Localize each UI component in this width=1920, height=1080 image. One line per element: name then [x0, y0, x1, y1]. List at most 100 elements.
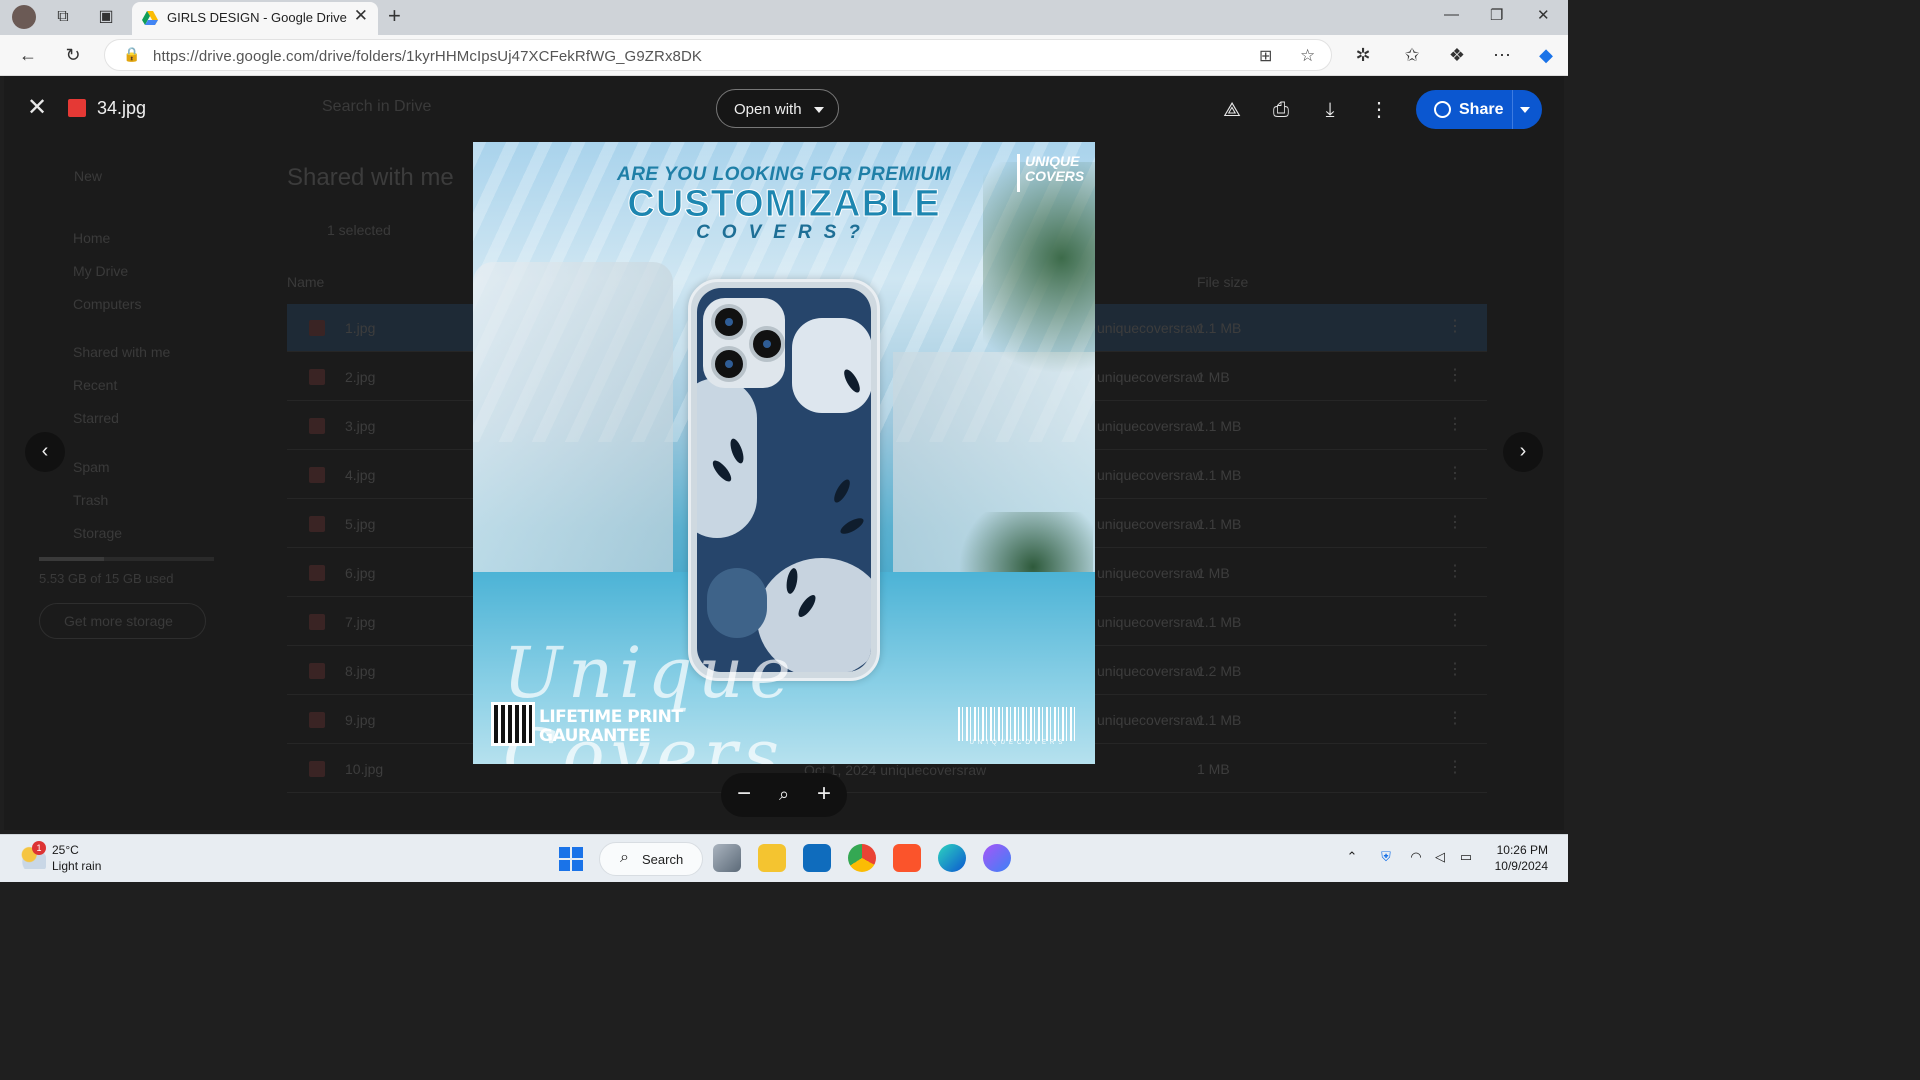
collections-icon[interactable]: ❖	[1445, 43, 1469, 67]
outlook-icon[interactable]	[803, 844, 831, 872]
storage-bar-fill	[39, 557, 104, 561]
extensions-icon[interactable]: ✲	[1351, 43, 1375, 67]
file-size: 1.1 MB	[1197, 418, 1242, 434]
image-file-icon	[309, 565, 325, 581]
guarantee-line-1: LIFETIME PRINT	[539, 707, 683, 727]
zoom-in-button[interactable]: +	[811, 782, 837, 808]
minimize-button[interactable]: —	[1444, 6, 1459, 23]
file-size: 1.1 MB	[1197, 712, 1242, 728]
selected-count: 1 selected	[327, 222, 391, 238]
share-button[interactable]: Share	[1416, 90, 1542, 129]
app-available-icon[interactable]: ⊞	[1259, 46, 1272, 66]
file-name: 10.jpg	[345, 761, 384, 777]
share-dropdown-icon[interactable]	[1520, 107, 1530, 113]
nav-storage: Storage	[73, 525, 123, 541]
show-hidden-icons[interactable]: ⌃	[1343, 849, 1361, 867]
download-icon[interactable]: ⤓	[1317, 97, 1343, 123]
windows-taskbar: 1 25°C Light rain ⌕ Search ⌃ ⛨ ◠ ◁ ▭ 10:…	[0, 834, 1568, 882]
reload-icon[interactable]: ↻	[61, 43, 85, 67]
camera-lens	[711, 304, 747, 340]
file-owner: uniquecoversraw	[1097, 320, 1203, 336]
favorite-star-icon[interactable]: ☆	[1300, 46, 1315, 66]
case-shape	[697, 378, 757, 538]
col-name: Name	[287, 274, 325, 290]
profile-avatar[interactable]	[12, 5, 36, 29]
image-file-icon	[309, 614, 325, 630]
battery-icon[interactable]: ▭	[1457, 849, 1475, 867]
address-url[interactable]: https://drive.google.com/drive/folders/1…	[153, 48, 702, 65]
open-with-button[interactable]: Open with	[716, 89, 839, 128]
file-owner: uniquecoversraw	[1097, 467, 1203, 483]
image-preview: ARE YOU LOOKING FOR PREMIUM CUSTOMIZABLE…	[473, 142, 1095, 764]
clock-time[interactable]: 10:26 PM	[1482, 843, 1548, 857]
google-drive-icon	[142, 11, 158, 25]
wifi-icon[interactable]: ◠	[1407, 849, 1425, 867]
add-shortcut-icon[interactable]: ⟁	[1219, 97, 1245, 123]
file-size: 1.1 MB	[1197, 320, 1242, 336]
image-file-icon	[309, 418, 325, 434]
nav-starred: Starred	[73, 410, 119, 426]
print-icon[interactable]: ⎙	[1268, 97, 1294, 123]
case-shape	[792, 318, 871, 413]
file-owner: uniquecoversraw	[1097, 369, 1203, 385]
ruins-left	[473, 262, 673, 592]
share-label: Share	[1459, 101, 1504, 118]
zoom-controls: − ⌕ +	[721, 773, 847, 817]
file-owner: uniquecoversraw	[1097, 712, 1203, 728]
messenger-icon[interactable]	[983, 844, 1011, 872]
row-more-icon: ⋮	[1447, 318, 1463, 335]
close-viewer-icon[interactable]: ✕	[24, 96, 50, 122]
viewer-filename: 34.jpg	[97, 98, 147, 118]
row-more-icon: ⋮	[1447, 710, 1463, 727]
camera-lens	[749, 326, 785, 362]
back-icon[interactable]: ←	[16, 43, 40, 67]
share-divider	[1512, 90, 1513, 129]
edge-icon[interactable]	[938, 844, 966, 872]
browser-toolbar: ← ↻ 🔒 https://drive.google.com/drive/fol…	[0, 35, 1568, 76]
previous-file-button[interactable]: ‹	[25, 432, 65, 472]
browser-tabstrip: ⧉ ▣ GIRLS DESIGN - Google Drive ✕ + — ❐ …	[0, 0, 1568, 35]
camera-module	[703, 298, 785, 388]
volume-icon[interactable]: ◁	[1431, 849, 1449, 867]
image-file-icon	[309, 516, 325, 532]
tab-google-drive[interactable]: GIRLS DESIGN - Google Drive ✕	[132, 2, 378, 35]
restore-button[interactable]: ❐	[1490, 6, 1503, 24]
zoom-reset-icon[interactable]: ⌕	[771, 782, 797, 808]
file-owner: uniquecoversraw	[1097, 663, 1203, 679]
security-icon[interactable]: ⛨	[1377, 849, 1395, 867]
clock-date[interactable]: 10/9/2024	[1482, 859, 1548, 873]
chrome-icon[interactable]	[848, 844, 876, 872]
more-actions-icon[interactable]: ⋮	[1366, 97, 1392, 123]
nav-computers: Computers	[73, 296, 142, 312]
address-bar[interactable]: 🔒 https://drive.google.com/drive/folders…	[104, 39, 1332, 71]
weather-temp[interactable]: 25°C	[52, 843, 79, 857]
globe-icon	[1434, 101, 1451, 118]
logo-line-1: UNIQUE	[1025, 153, 1080, 169]
next-file-button[interactable]: ›	[1503, 432, 1543, 472]
tab-actions-icon[interactable]: ▣	[95, 6, 117, 28]
row-more-icon: ⋮	[1447, 514, 1463, 531]
file-explorer-icon[interactable]	[758, 844, 786, 872]
more-menu-icon[interactable]: ⋯	[1490, 43, 1514, 67]
taskbar-search-label: Search	[642, 852, 684, 867]
close-window-button[interactable]: ✕	[1537, 6, 1550, 24]
task-view-icon[interactable]	[713, 844, 741, 872]
tab-close-icon[interactable]: ✕	[354, 6, 368, 26]
favorites-icon[interactable]: ✩	[1400, 43, 1424, 67]
logo-line-2: COVERS	[1025, 168, 1085, 184]
copilot-icon[interactable]: ◆	[1534, 43, 1558, 67]
file-size: 1 MB	[1197, 565, 1230, 581]
workspaces-icon[interactable]: ⧉	[52, 6, 74, 28]
new-tab-button[interactable]: +	[388, 3, 401, 29]
zoom-out-button[interactable]: −	[731, 782, 757, 808]
nav-my-drive: My Drive	[73, 263, 129, 279]
weather-desc[interactable]: Light rain	[52, 859, 101, 873]
image-file-icon	[68, 99, 86, 117]
open-with-label: Open with	[734, 101, 802, 118]
lock-icon[interactable]: 🔒	[123, 46, 140, 63]
file-owner: uniquecoversraw	[1097, 565, 1203, 581]
taskbar-search[interactable]: ⌕ Search	[599, 842, 703, 876]
headline-big: CUSTOMIZABLE	[627, 183, 941, 226]
brave-icon[interactable]	[893, 844, 921, 872]
start-button[interactable]	[559, 847, 583, 871]
